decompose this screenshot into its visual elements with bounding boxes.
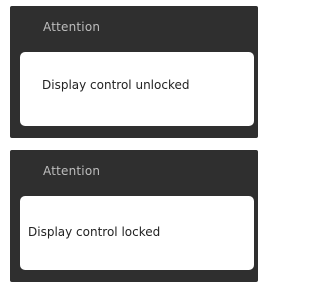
message-box: Display control locked: [20, 196, 254, 270]
message-text: Display control locked: [28, 225, 161, 239]
message-box: Display control unlocked: [20, 52, 254, 126]
dialog-title: Attention: [43, 20, 101, 34]
message-text: Display control unlocked: [42, 78, 190, 92]
dialog-title: Attention: [43, 164, 101, 178]
attention-dialog-locked: Attention Display control locked: [10, 150, 258, 282]
attention-dialog-unlocked: Attention Display control unlocked: [10, 6, 258, 138]
